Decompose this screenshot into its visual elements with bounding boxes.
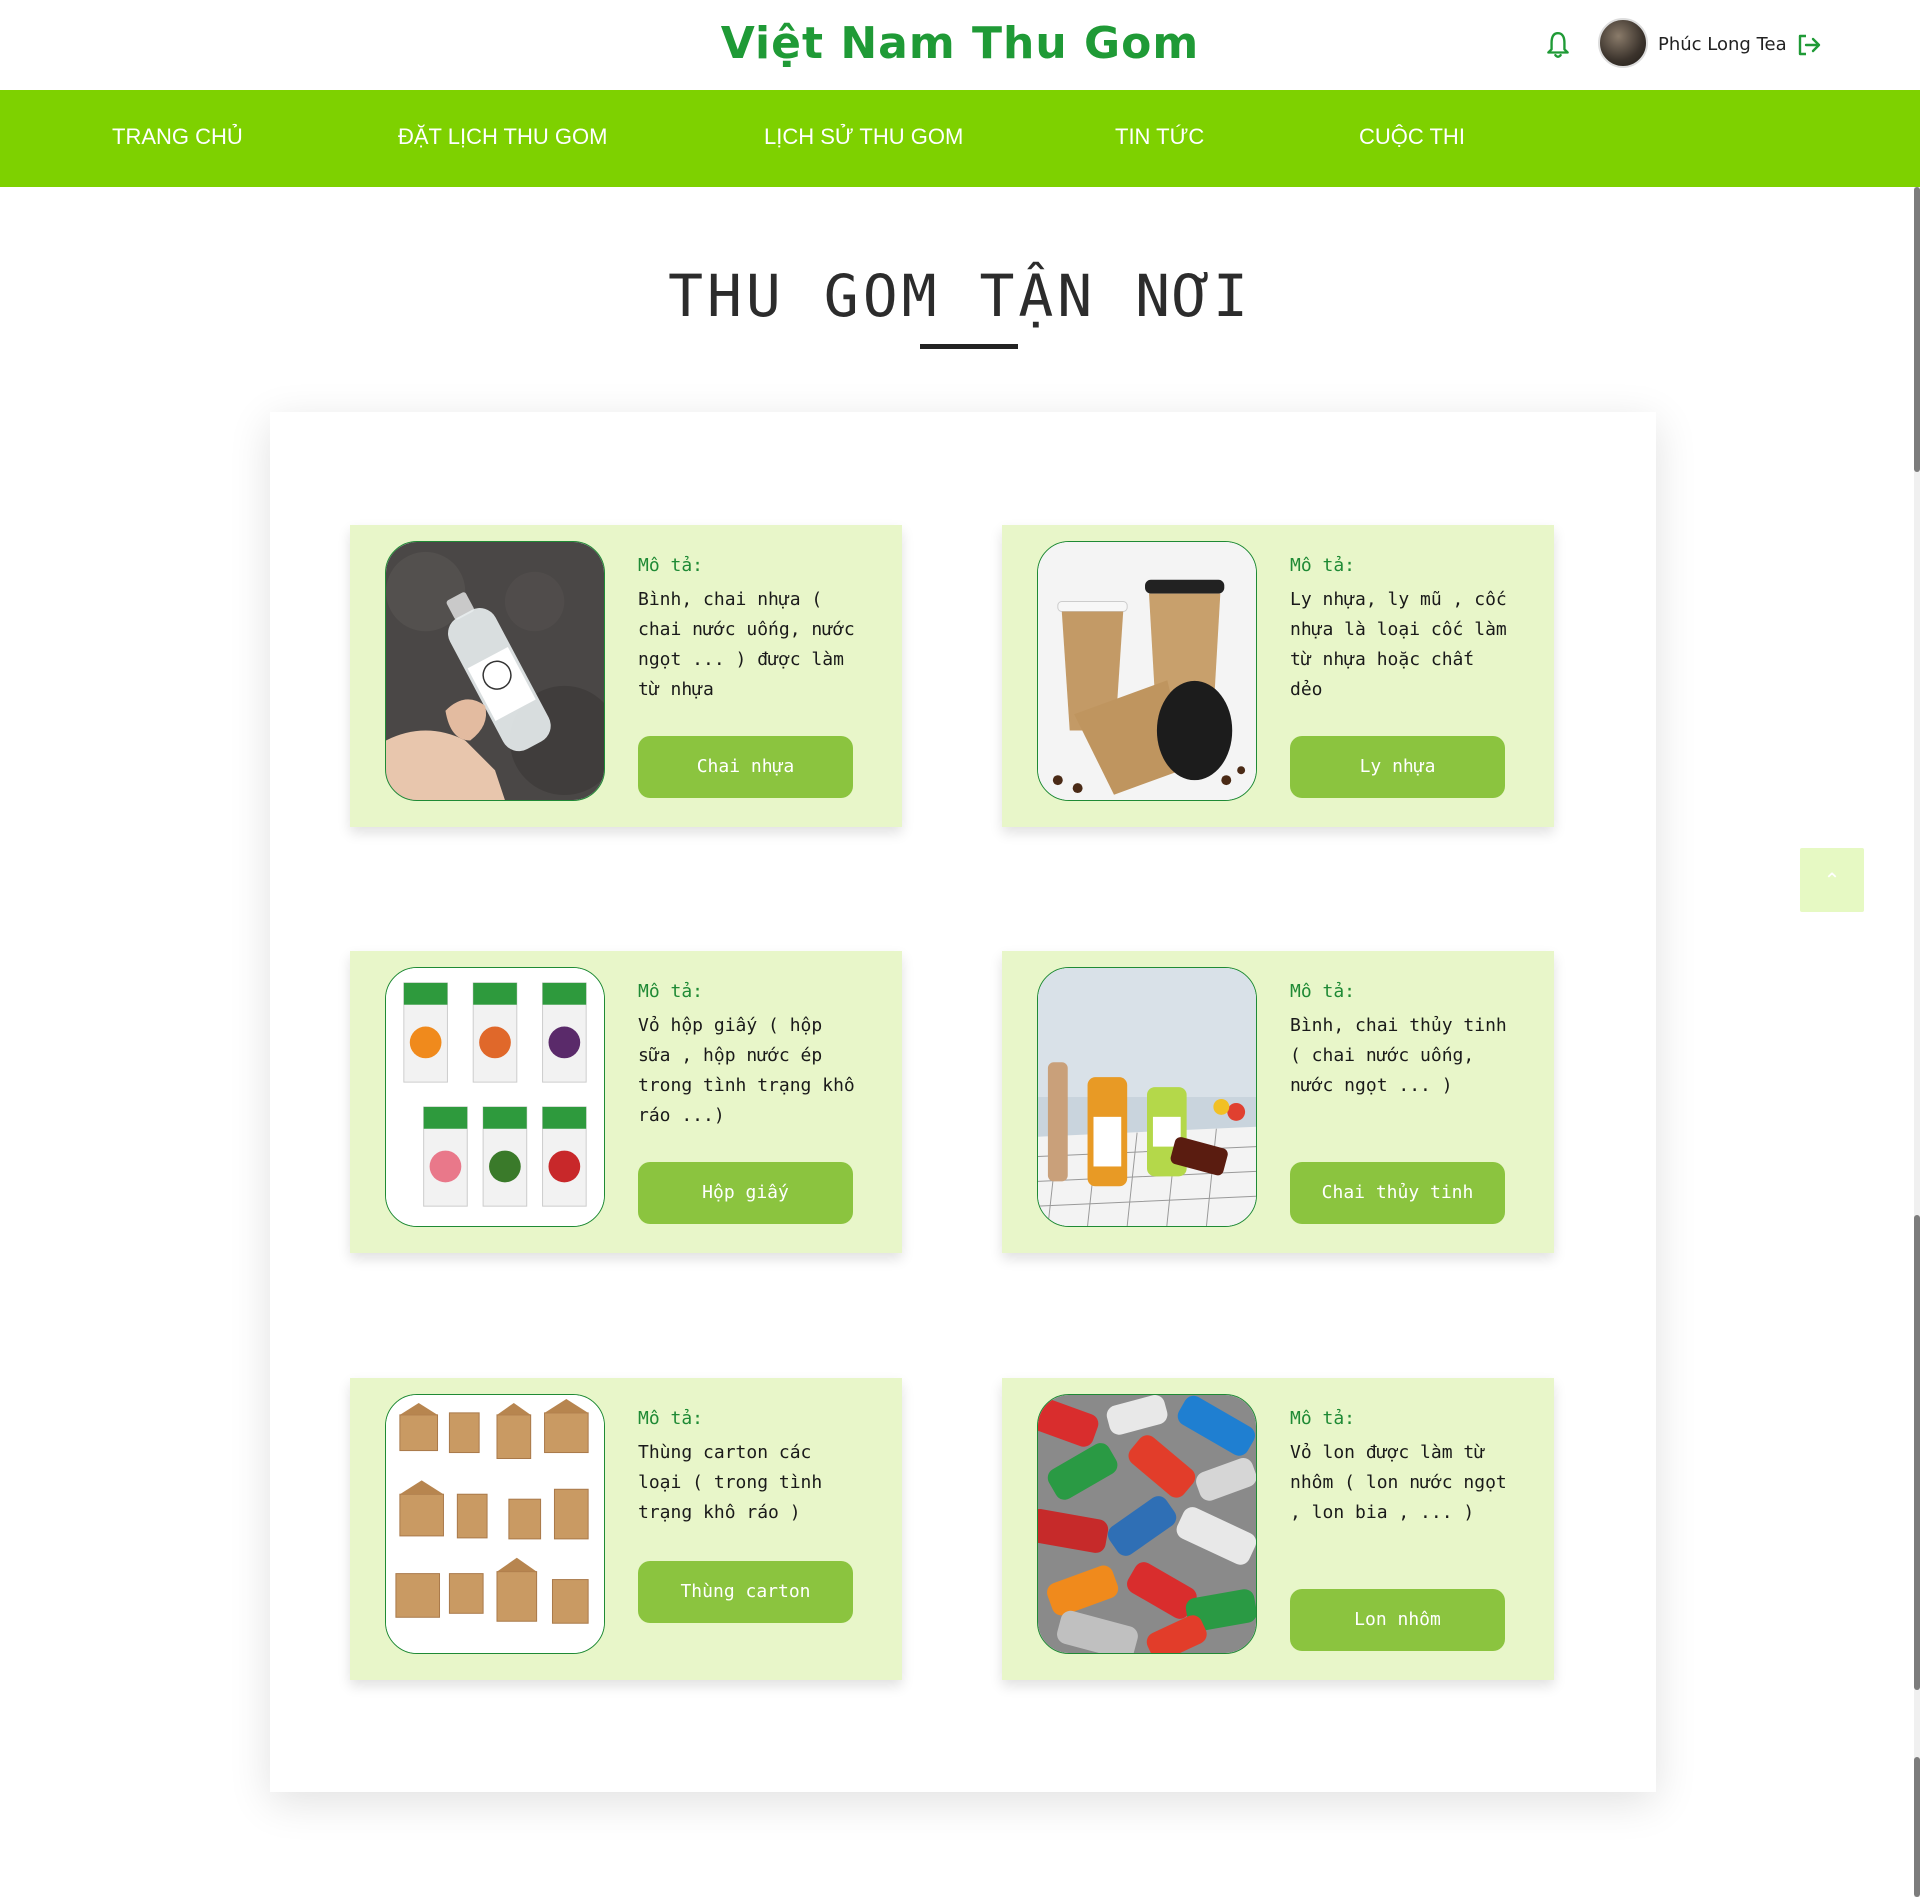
plastic-bottle-button[interactable]: Chai nhựa xyxy=(638,736,853,798)
description-text: Vỏ hộp giấy ( hộp sữa , hộp nước ép tron… xyxy=(638,1015,855,1126)
description-text: Bình, chai thủy tinh ( chai nước uống, n… xyxy=(1290,1015,1507,1096)
nav-item-home[interactable]: TRANG CHỦ xyxy=(112,124,243,150)
card-aluminum-cans: Mô tả: Vỏ lon được làm từ nhôm ( lon nướ… xyxy=(1002,1378,1554,1680)
carton-boxes-image xyxy=(385,1394,605,1654)
chevron-up-icon: ⌃ xyxy=(1823,868,1841,892)
description-label: Mô tả: xyxy=(638,1408,704,1429)
description-label: Mô tả: xyxy=(1290,555,1356,576)
main-nav: TRANG CHỦ ĐẶT LỊCH THU GOM LỊCH SỬ THU G… xyxy=(0,90,1920,187)
nav-item-schedule[interactable]: ĐẶT LỊCH THU GOM xyxy=(398,124,607,150)
glass-bottles-button[interactable]: Chai thủy tinh xyxy=(1290,1162,1505,1224)
aluminum-cans-button[interactable]: Lon nhôm xyxy=(1290,1589,1505,1651)
nav-item-contest[interactable]: CUỘC THI xyxy=(1359,124,1465,150)
plastic-cups-button[interactable]: Ly nhựa xyxy=(1290,736,1505,798)
title-underline xyxy=(920,344,1018,349)
description-label: Mô tả: xyxy=(1290,981,1356,1002)
aluminum-cans-image xyxy=(1037,1394,1257,1654)
juice-cartons-button[interactable]: Hộp giấy xyxy=(638,1162,853,1224)
glass-bottles-image xyxy=(1037,967,1257,1227)
plastic-bottle-image xyxy=(385,541,605,801)
description-label: Mô tả: xyxy=(638,555,704,576)
scrollbar-thumb[interactable] xyxy=(1914,1215,1920,1690)
scroll-to-top-button[interactable]: ⌃ xyxy=(1800,848,1864,912)
card-carton-boxes: Mô tả: Thùng carton các loại ( trong tìn… xyxy=(350,1378,902,1680)
card-plastic-cups: Mô tả: Ly nhựa, ly mũ , cốc nhựa là loại… xyxy=(1002,525,1554,827)
description-label: Mô tả: xyxy=(1290,1408,1356,1429)
description-text: Thùng carton các loại ( trong tình trạng… xyxy=(638,1442,823,1523)
nav-item-news[interactable]: TIN TỨC xyxy=(1115,124,1204,150)
top-header: Việt Nam Thu Gom Phúc Long Tea xyxy=(0,0,1920,90)
bell-icon[interactable] xyxy=(1545,30,1571,60)
username[interactable]: Phúc Long Tea xyxy=(1658,34,1787,55)
description-text: Vỏ lon được làm từ nhôm ( lon nước ngọt … xyxy=(1290,1442,1507,1523)
card-juice-cartons: Mô tả: Vỏ hộp giấy ( hộp sữa , hộp nước … xyxy=(350,951,902,1253)
plastic-cups-image xyxy=(1037,541,1257,801)
logout-icon[interactable] xyxy=(1796,32,1822,58)
description-text: Bình, chai nhựa ( chai nước uống, nước n… xyxy=(638,589,855,700)
description-text: Ly nhựa, ly mũ , cốc nhựa là loại cốc là… xyxy=(1290,589,1507,700)
nav-item-history[interactable]: LỊCH SỬ THU GOM xyxy=(764,124,963,150)
scrollbar-thumb[interactable] xyxy=(1914,1757,1920,1897)
section-title: THU GOM TẬN NƠI xyxy=(668,262,1252,330)
avatar[interactable] xyxy=(1598,18,1648,68)
juice-cartons-image xyxy=(385,967,605,1227)
scrollbar-thumb[interactable] xyxy=(1914,187,1920,472)
collection-panel: Mô tả: Bình, chai nhựa ( chai nước uống,… xyxy=(270,412,1656,1792)
description-label: Mô tả: xyxy=(638,981,704,1002)
card-glass-bottles: Mô tả: Bình, chai thủy tinh ( chai nước … xyxy=(1002,951,1554,1253)
card-plastic-bottle: Mô tả: Bình, chai nhựa ( chai nước uống,… xyxy=(350,525,902,827)
carton-boxes-button[interactable]: Thùng carton xyxy=(638,1561,853,1623)
